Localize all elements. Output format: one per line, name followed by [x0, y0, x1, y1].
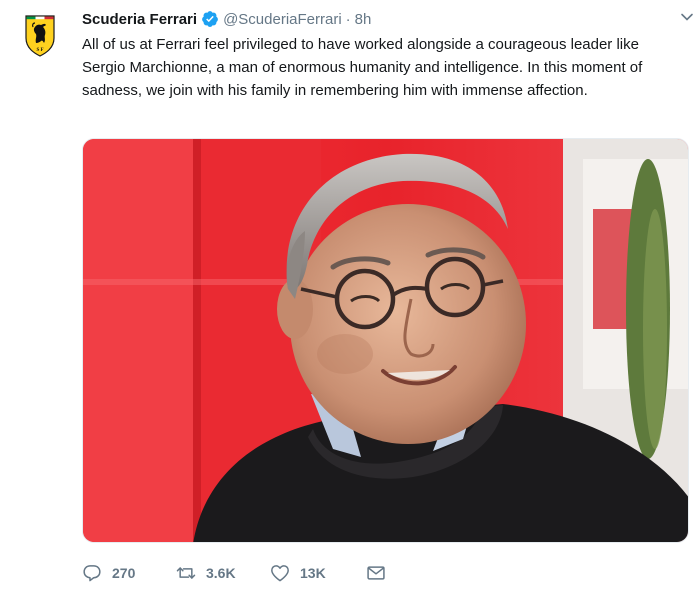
tweet: S F Scuderia Ferrari @ScuderiaFerrari · … — [0, 0, 700, 593]
reply-icon — [83, 565, 101, 582]
prancing-horse-logo-icon: S F — [16, 10, 64, 58]
reply-count: 270 — [112, 565, 136, 581]
heart-icon — [271, 565, 289, 582]
tweet-text: All of us at Ferrari feel privileged to … — [82, 36, 643, 99]
tweet-timestamp[interactable]: 8h — [355, 11, 372, 28]
ferrari-logo-avatar[interactable]: S F — [16, 10, 64, 58]
separator-dot: · — [345, 10, 351, 28]
retweet-button[interactable]: 3.6K — [176, 563, 270, 583]
tweet-actions: 270 3.6K 13K — [82, 560, 396, 586]
direct-message-button[interactable] — [366, 563, 396, 583]
envelope-icon — [367, 566, 385, 580]
display-name[interactable]: Scuderia Ferrari — [82, 11, 197, 28]
tweet-photo[interactable] — [82, 138, 689, 543]
portrait-photo — [83, 139, 688, 542]
tweet-header: Scuderia Ferrari @ScuderiaFerrari · 8h — [82, 8, 690, 30]
like-button[interactable]: 13K — [270, 563, 366, 583]
screen-name[interactable]: @ScuderiaFerrari — [223, 11, 342, 28]
svg-text:S F: S F — [36, 48, 43, 53]
chevron-down-icon[interactable] — [680, 10, 694, 24]
retweet-count: 3.6K — [206, 565, 236, 581]
reply-button[interactable]: 270 — [82, 563, 176, 583]
retweet-icon — [176, 567, 196, 579]
verified-badge-icon — [201, 10, 219, 28]
tweet-content: Scuderia Ferrari @ScuderiaFerrari · 8h A… — [82, 8, 690, 102]
like-count: 13K — [300, 565, 326, 581]
